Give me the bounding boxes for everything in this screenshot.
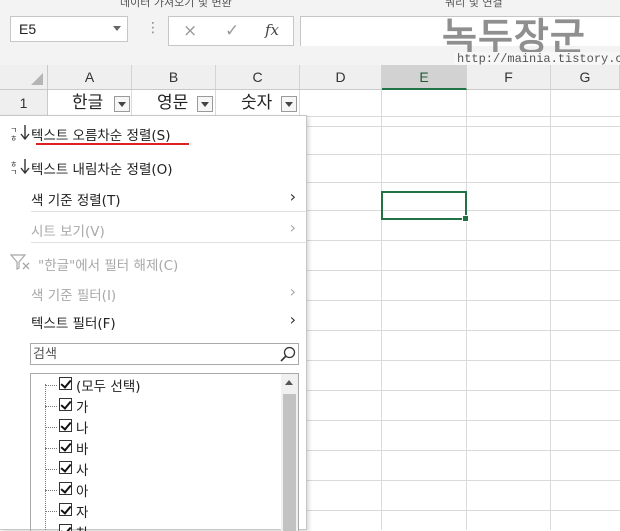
column-header-f[interactable]: F	[467, 65, 551, 90]
chevron-right-icon: ›	[289, 282, 296, 301]
list-item-label: 나	[76, 421, 89, 437]
list-item-label: 아	[76, 484, 89, 500]
select-all-corner[interactable]	[0, 65, 48, 90]
watermark-url: http://mainia.tistory.com	[454, 52, 620, 66]
svg-text:ㅎ: ㅎ	[10, 134, 17, 141]
cancel-icon[interactable]: ×	[183, 21, 197, 41]
checkbox[interactable]	[59, 398, 72, 411]
drag-handle-icon[interactable]: ⋮	[146, 20, 160, 36]
ribbon-group-label: 데이터 가져오기 및 변환	[120, 0, 232, 9]
filter-search-box[interactable]	[30, 343, 299, 365]
menu-divider	[31, 211, 306, 212]
checkbox[interactable]	[59, 440, 72, 453]
list-item-label: 자	[76, 505, 89, 521]
checkbox[interactable]	[59, 419, 72, 432]
list-item-label: (모두 선택)	[76, 379, 141, 395]
menu-sort-ascending[interactable]: ㄱㅎ 텍스트 오름차순 정렬(S)	[0, 118, 306, 146]
menu-label: 시트 보기(V)	[31, 224, 105, 240]
checkbox[interactable]	[59, 482, 72, 495]
chevron-right-icon: ›	[289, 187, 296, 206]
menu-text-filter[interactable]: 텍스트 필터(F) ›	[0, 306, 306, 334]
column-header-d[interactable]: D	[300, 65, 382, 90]
cell-c1[interactable]: 숫자	[241, 90, 272, 116]
list-item-label: 바	[76, 442, 89, 458]
search-input[interactable]	[33, 345, 273, 363]
filter-value-list: (모두 선택) 가 나 바 사 아 자 차	[30, 373, 299, 531]
list-item-label: 가	[76, 400, 89, 416]
chevron-right-icon: ›	[289, 218, 296, 237]
column-header-e[interactable]: E	[382, 65, 467, 90]
menu-divider	[31, 242, 306, 243]
highlight-underline	[36, 143, 189, 145]
menu-label: 색 기준 정렬(T)	[31, 193, 121, 209]
enter-icon[interactable]: ✓	[225, 21, 239, 41]
column-header-b[interactable]: B	[132, 65, 216, 90]
clear-filter-icon	[9, 253, 32, 271]
svg-text:ㄱ: ㄱ	[10, 168, 17, 175]
menu-sort-descending[interactable]: ㅎㄱ 텍스트 내림차순 정렬(O)	[0, 152, 306, 180]
checkbox[interactable]	[59, 503, 72, 516]
scroll-up-icon[interactable]	[285, 380, 293, 385]
sort-descending-icon: ㅎㄱ	[10, 157, 32, 177]
menu-clear-filter: "한글"에서 필터 해제(C)	[0, 248, 306, 276]
cell-b1[interactable]: 영문	[157, 90, 188, 116]
insert-function-icon[interactable]: fx	[265, 21, 279, 39]
menu-sheet-view: 시트 보기(V) ›	[0, 214, 306, 242]
menu-sort-by-color[interactable]: 색 기준 정렬(T) ›	[0, 183, 306, 211]
column-header-c[interactable]: C	[216, 65, 300, 90]
row-header-1[interactable]: 1	[0, 90, 48, 116]
formula-buttons: × ✓ fx	[168, 16, 294, 46]
column-header-g[interactable]: G	[551, 65, 620, 90]
menu-filter-by-color: 색 기준 필터(I) ›	[0, 278, 306, 306]
menu-label: 텍스트 오름차순 정렬(S)	[31, 128, 171, 144]
menu-label: "한글"에서 필터 해제(C)	[38, 258, 179, 274]
menu-label: 텍스트 필터(F)	[31, 316, 116, 332]
scrollbar-thumb[interactable]	[283, 394, 296, 531]
list-scrollbar[interactable]	[281, 374, 298, 531]
chevron-right-icon: ›	[289, 310, 296, 329]
search-icon[interactable]	[280, 346, 296, 362]
cell-a1[interactable]: 한글	[72, 90, 103, 116]
chevron-down-icon[interactable]	[113, 26, 121, 31]
filter-menu: ㄱㅎ 텍스트 오름차순 정렬(S) ㅎㄱ 텍스트 내림차순 정렬(O) 색 기준…	[0, 115, 307, 531]
name-box-value: E5	[19, 21, 37, 37]
checkbox[interactable]	[59, 461, 72, 474]
menu-label: 색 기준 필터(I)	[31, 288, 117, 304]
filter-dropdown-a[interactable]	[114, 96, 130, 112]
filter-dropdown-b[interactable]	[197, 96, 213, 112]
checkbox[interactable]	[59, 377, 72, 390]
column-header-a[interactable]: A	[48, 65, 132, 90]
menu-label: 텍스트 내림차순 정렬(O)	[31, 162, 173, 178]
list-item-label: 사	[76, 463, 89, 479]
filter-dropdown-c[interactable]	[281, 96, 297, 112]
name-box[interactable]: E5	[10, 16, 128, 42]
sort-ascending-icon: ㄱㅎ	[10, 123, 32, 143]
active-cell-e5[interactable]	[381, 191, 469, 222]
